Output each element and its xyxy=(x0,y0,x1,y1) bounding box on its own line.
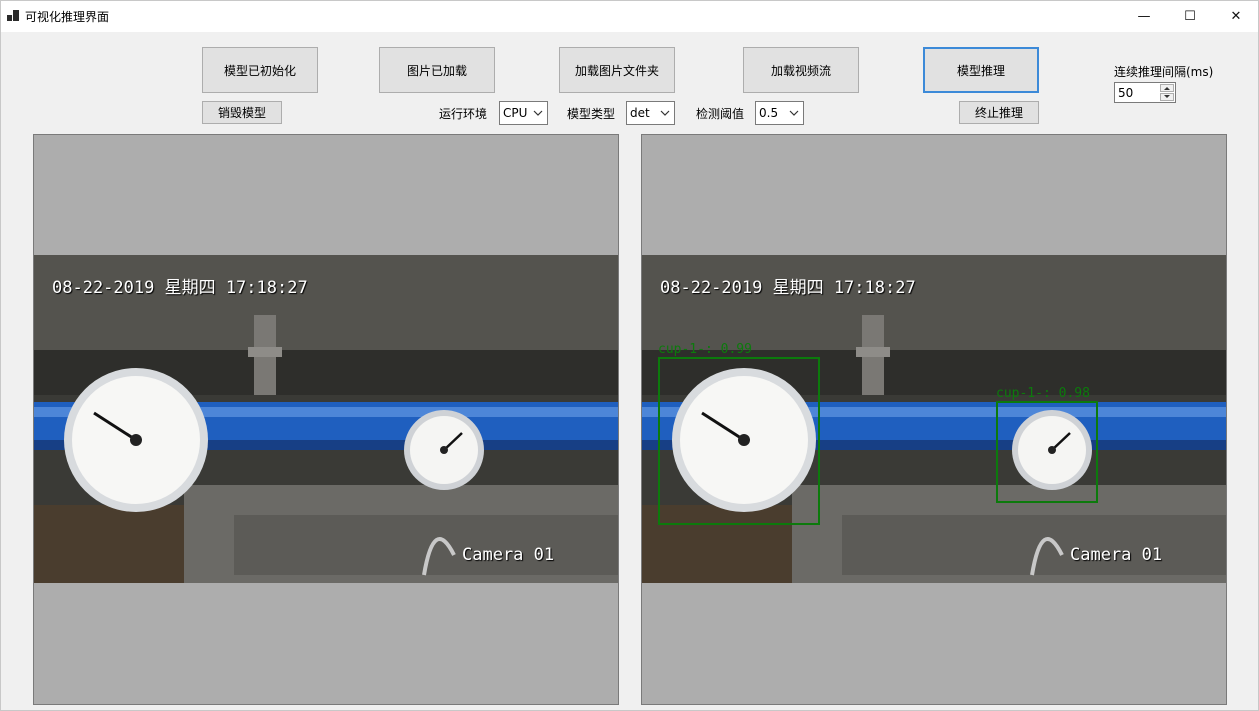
spinner-buttons xyxy=(1160,84,1174,101)
model-type-select[interactable]: det xyxy=(626,101,675,125)
result-timestamp: 08-22-2019 星期四 17:18:27 xyxy=(660,278,916,298)
model-type-value: det xyxy=(630,106,650,120)
window-title: 可视化推理界面 xyxy=(25,10,110,24)
detection-box xyxy=(996,401,1098,503)
result-camera-label: Camera 01 xyxy=(1070,545,1163,565)
interval-label: 连续推理间隔(ms) xyxy=(1114,65,1214,79)
maximize-icon[interactable]: ☐ xyxy=(1167,1,1213,32)
load-image-button[interactable]: 图片已加载 xyxy=(379,47,495,93)
spin-up-icon[interactable] xyxy=(1160,84,1174,92)
spin-down-icon[interactable] xyxy=(1160,93,1174,101)
init-model-button[interactable]: 模型已初始化 xyxy=(202,47,318,93)
stop-infer-button[interactable]: 终止推理 xyxy=(959,101,1039,124)
interval-spinner[interactable]: 50 xyxy=(1114,82,1176,103)
model-type-label: 模型类型 xyxy=(567,107,616,121)
threshold-value: 0.5 xyxy=(759,106,779,120)
detection-label: cup-1-: 0.99 xyxy=(658,342,752,357)
threshold-select[interactable]: 0.5 xyxy=(755,101,804,125)
result-image-panel: 08-22-2019 星期四 17:18:27 Camera 01 cup-1-… xyxy=(641,134,1227,705)
interval-value: 50 xyxy=(1118,85,1134,100)
chevron-down-icon xyxy=(531,102,545,124)
run-env-label: 运行环境 xyxy=(439,107,488,121)
load-video-button[interactable]: 加载视频流 xyxy=(743,47,859,93)
threshold-label: 检测阈值 xyxy=(696,107,745,121)
source-timestamp: 08-22-2019 星期四 17:18:27 xyxy=(52,278,308,298)
source-scene-image xyxy=(34,255,618,583)
result-frame: 08-22-2019 星期四 17:18:27 Camera 01 cup-1-… xyxy=(642,255,1226,583)
detection-box xyxy=(658,357,820,525)
title-bar: 可视化推理界面 — ☐ ✕ xyxy=(1,1,1258,32)
infer-button[interactable]: 模型推理 xyxy=(923,47,1039,93)
app-window: 可视化推理界面 — ☐ ✕ 模型已初始化 图片已加载 加载图片文件夹 加载视频流… xyxy=(0,0,1259,711)
app-icon xyxy=(7,10,19,22)
source-camera-label: Camera 01 xyxy=(462,545,555,565)
load-folder-button[interactable]: 加载图片文件夹 xyxy=(559,47,675,93)
source-image-panel: 08-22-2019 星期四 17:18:27 Camera 01 xyxy=(33,134,619,705)
chevron-down-icon xyxy=(787,102,801,124)
destroy-model-button[interactable]: 销毁模型 xyxy=(202,101,282,124)
run-env-select[interactable]: CPU xyxy=(499,101,548,125)
run-env-value: CPU xyxy=(503,106,528,120)
detection-label: cup-1-: 0.98 xyxy=(996,386,1090,401)
source-frame: 08-22-2019 星期四 17:18:27 Camera 01 xyxy=(34,255,618,583)
chevron-down-icon xyxy=(658,102,672,124)
minimize-icon[interactable]: — xyxy=(1121,1,1167,32)
close-icon[interactable]: ✕ xyxy=(1213,1,1259,32)
